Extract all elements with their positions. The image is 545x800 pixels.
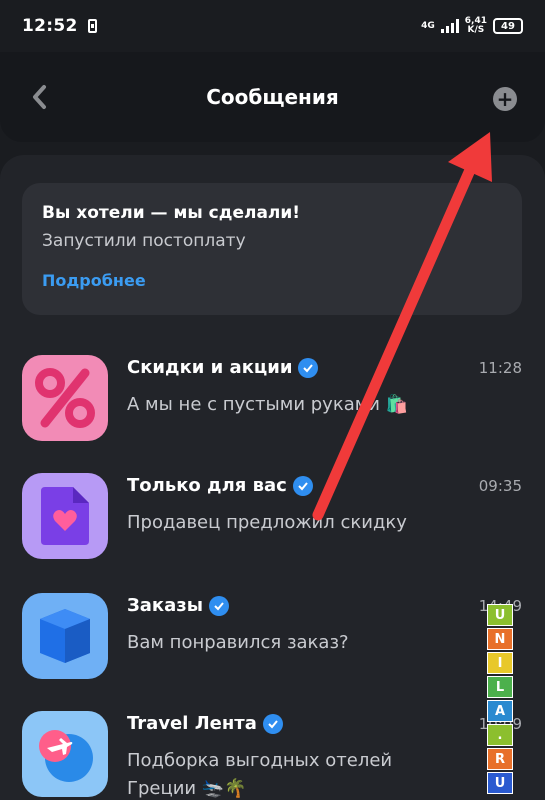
chat-item-for-you[interactable]: Только для вас 09:35 Продавец предложил … bbox=[22, 473, 522, 573]
chat-item-travel[interactable]: Travel Лента 10:09 Подборка выгодных оте… bbox=[22, 711, 522, 800]
speed-unit: K/S bbox=[467, 25, 485, 35]
chat-preview: А мы не с пустыми руками 🛍️ bbox=[127, 394, 409, 415]
signal-icon bbox=[440, 19, 459, 33]
watermark-letter: . bbox=[487, 724, 513, 746]
chat-name: Скидки и акции bbox=[127, 357, 293, 378]
chat-preview: Продавец предложил скидку bbox=[127, 512, 407, 533]
messages-panel: Вы хотели — мы сделали! Запустили постоп… bbox=[0, 155, 545, 800]
chat-name: Travel Лента bbox=[127, 713, 257, 734]
watermark-letter: L bbox=[487, 676, 513, 698]
plus-icon[interactable]: + bbox=[493, 87, 517, 111]
chat-name: Только для вас bbox=[127, 475, 287, 496]
chat-preview: Подборка выгодных отелей Греции 🛬🌴 bbox=[127, 750, 393, 799]
percent-icon bbox=[22, 355, 108, 441]
verified-icon bbox=[209, 595, 230, 616]
watermark-letter: R bbox=[487, 748, 513, 770]
chat-name: Заказы bbox=[127, 595, 204, 616]
promo-title: Вы хотели — мы сделали! bbox=[42, 203, 301, 223]
chat-name-row: Скидки и акции bbox=[127, 357, 319, 378]
box-icon bbox=[22, 593, 108, 679]
heart-document-icon bbox=[22, 473, 108, 559]
chat-name-row: Заказы bbox=[127, 595, 230, 616]
watermark-letter: I bbox=[487, 652, 513, 674]
network-speed: 6,41 K/S bbox=[465, 17, 487, 35]
watermark-letter: A bbox=[487, 700, 513, 722]
sim-card-icon bbox=[87, 19, 97, 33]
battery-level: 49 bbox=[501, 20, 515, 32]
network-type: 4G bbox=[421, 20, 435, 31]
watermark-logo: U N I L A . R U bbox=[487, 604, 513, 794]
chat-name-row: Travel Лента bbox=[127, 713, 283, 734]
chat-item-discounts[interactable]: Скидки и акции 11:28 А мы не с пустыми р… bbox=[22, 355, 522, 455]
page-title: Сообщения bbox=[206, 85, 339, 109]
verified-icon bbox=[298, 357, 319, 378]
promo-more-link[interactable]: Подробнее bbox=[42, 271, 502, 290]
chevron-left-icon[interactable] bbox=[28, 82, 52, 112]
watermark-letter: U bbox=[487, 604, 513, 626]
watermark-letter: U bbox=[487, 772, 513, 794]
battery-icon: 49 bbox=[493, 18, 523, 34]
status-bar: 12:52 4G 6,41 K/S 49 bbox=[0, 0, 545, 52]
chat-time: 09:35 bbox=[478, 477, 522, 495]
chat-preview: Вам понравился заказ? bbox=[127, 632, 349, 653]
status-indicators: 4G 6,41 K/S 49 bbox=[421, 17, 523, 35]
promo-subtitle: Запустили постоплату bbox=[42, 231, 246, 251]
promo-banner[interactable]: Вы хотели — мы сделали! Запустили постоп… bbox=[22, 183, 522, 315]
airplane-globe-icon bbox=[22, 711, 108, 797]
app-header: Сообщения + bbox=[0, 52, 545, 142]
watermark-letter: N bbox=[487, 628, 513, 650]
chat-item-orders[interactable]: Заказы 14:49 Вам понравился заказ? bbox=[22, 593, 522, 693]
chat-name-row: Только для вас bbox=[127, 475, 313, 496]
status-time: 12:52 bbox=[22, 16, 78, 36]
chat-time: 11:28 bbox=[478, 359, 522, 377]
verified-icon bbox=[262, 713, 283, 734]
verified-icon bbox=[292, 475, 313, 496]
